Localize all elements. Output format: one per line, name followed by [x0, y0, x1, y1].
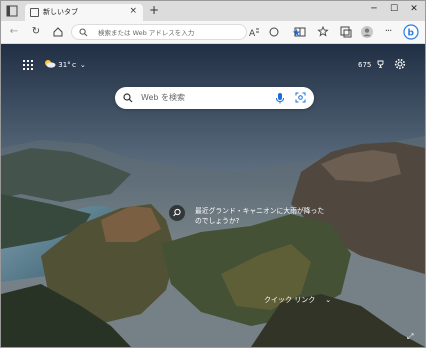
close-window-button[interactable]: ✕: [407, 4, 421, 14]
profile-avatar-icon[interactable]: [360, 25, 374, 39]
split-screen-icon[interactable]: [293, 25, 307, 39]
back-icon[interactable]: ←: [7, 25, 21, 39]
favorites-icon[interactable]: [317, 25, 331, 39]
refresh-page-icon[interactable]: [267, 25, 281, 39]
tab-title: 新しいタブ: [43, 8, 78, 16]
browser-window: 新しいタブ × + ─ ☐ ✕ ← ↻ 検索または Web アドレスを入力 ★ …: [0, 0, 426, 348]
collections-icon[interactable]: [339, 25, 353, 39]
tab-new-tab[interactable]: 新しいタブ ×: [25, 4, 143, 21]
minimize-button[interactable]: ─: [367, 4, 381, 14]
tab-strip: 新しいタブ × + ─ ☐ ✕: [1, 1, 425, 21]
microphone-icon[interactable]: [275, 92, 285, 104]
expand-icon[interactable]: ⤢: [407, 332, 413, 342]
chevron-down-icon: ⌄: [325, 296, 332, 304]
svg-text:A: A: [249, 29, 256, 39]
image-info-title[interactable]: 最近グランド・キャニオンに大雨が降ったのでしょうか?: [195, 206, 325, 226]
search-magnifier-icon: [173, 208, 181, 217]
trophy-icon: [377, 60, 384, 68]
points-value: 675: [358, 61, 372, 69]
more-menu-icon[interactable]: ···: [381, 25, 395, 39]
weather-widget[interactable]: 31°ｃ ⌄: [43, 59, 86, 70]
bing-chat-icon[interactable]: b: [403, 24, 419, 40]
quick-links-toggle[interactable]: クイック リンク ⌄: [264, 295, 331, 305]
background-image: 31°ｃ ⌄ 675 Web を検索 最近グランド・キャニオンに大雨が降ったので…: [1, 44, 425, 347]
maximize-button[interactable]: ☐: [387, 4, 401, 14]
quick-links-label: クイック リンク: [264, 296, 316, 304]
read-aloud-icon[interactable]: A: [247, 25, 261, 39]
rewards-points[interactable]: 675: [358, 60, 385, 69]
partly-cloudy-icon: [45, 60, 56, 68]
toolbar: ← ↻ 検索または Web アドレスを入力 ★ A ··· b: [1, 21, 425, 44]
search-placeholder: Web を検索: [141, 93, 185, 102]
settings-gear-icon[interactable]: [394, 58, 406, 70]
tab-favicon-icon: [30, 8, 39, 17]
temperature: 31°ｃ: [58, 61, 78, 69]
address-bar[interactable]: 検索または Web アドレスを入力 ★: [71, 24, 301, 40]
refresh-icon[interactable]: ↻: [29, 25, 43, 39]
home-icon[interactable]: [51, 25, 65, 39]
image-info-button[interactable]: [169, 205, 185, 221]
visual-search-icon[interactable]: [295, 92, 306, 103]
tab-actions-icon[interactable]: [5, 4, 19, 18]
tab-close-icon[interactable]: ×: [129, 6, 137, 16]
svg-text:b: b: [408, 29, 415, 39]
search-icon: [123, 93, 133, 103]
new-tab-button[interactable]: +: [147, 3, 161, 17]
chevron-down-icon: ⌄: [79, 61, 86, 69]
search-icon: [79, 28, 88, 37]
apps-grid-icon[interactable]: [23, 60, 33, 70]
web-search-box[interactable]: Web を検索: [115, 87, 314, 109]
address-placeholder: 検索または Web アドレスを入力: [98, 29, 195, 37]
